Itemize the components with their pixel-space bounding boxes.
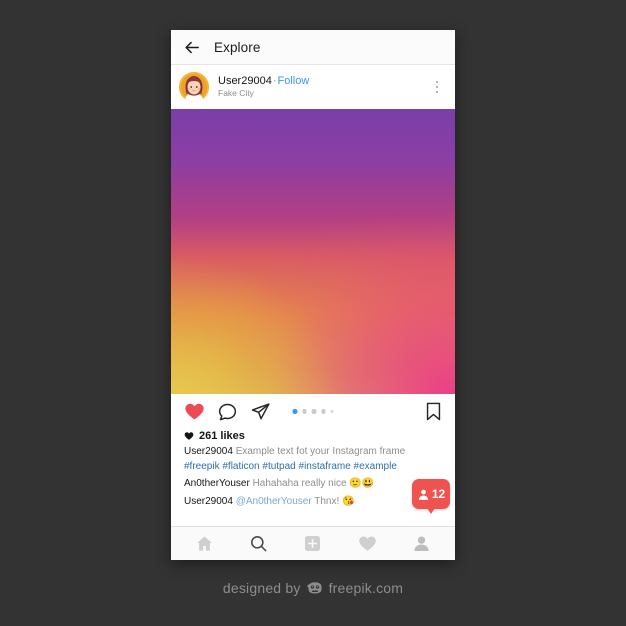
dot [435, 90, 439, 94]
comment-username[interactable]: User29004 [184, 496, 233, 507]
caption-text: Example text fot your Instagram frame [235, 446, 406, 457]
paper-plane-icon[interactable] [250, 401, 271, 422]
heart-filled-icon[interactable] [184, 401, 205, 422]
comment-text: Hahahaha really nice [252, 478, 347, 490]
post-author-row: User29004·Follow Fake City [171, 65, 455, 109]
comment-mention[interactable]: @An0therYouser [236, 496, 312, 507]
username-label[interactable]: User29004 [218, 75, 272, 87]
heart-small-icon [184, 432, 194, 440]
gradient-photo[interactable] [171, 109, 455, 394]
gradient-gold-glow [171, 109, 455, 394]
comment-emoji: 🙂😃 [349, 478, 375, 490]
follow-button[interactable]: Follow [278, 75, 310, 87]
notification-badge[interactable]: 12 [412, 479, 450, 514]
explore-header: Explore [171, 30, 455, 65]
footer-prefix: designed by [222, 580, 301, 596]
author-line: User29004·Follow [218, 75, 430, 88]
post-caption: User29004 Example text fot your Instagra… [184, 444, 442, 474]
instagram-post-frame: Explore User29004·Follow Fake City 261 l… [171, 30, 455, 560]
pagination-dot[interactable] [330, 410, 334, 413]
caption-hashtags[interactable]: #freepik #flaticon #tutpad #instaframe #… [184, 461, 397, 472]
person-icon [418, 489, 428, 500]
home-icon[interactable] [195, 534, 214, 553]
likes-count: 261 likes [199, 430, 245, 442]
post-content: 261 likes User29004 Example text fot you… [171, 429, 455, 526]
footer-credit: designed by freepik.com [0, 580, 626, 596]
comment-item: User29004 @An0therYouser Thnx! 😘 [184, 494, 442, 509]
search-icon[interactable] [249, 534, 268, 553]
freepik-logo-icon [306, 582, 322, 594]
pagination-dot[interactable] [321, 409, 326, 414]
footer-brand: freepik.com [328, 580, 404, 596]
comment-emoji: 😘 [342, 495, 355, 507]
comment-item: An0therYouser Hahahaha really nice 🙂😃 [184, 476, 442, 491]
more-vertical-icon[interactable] [430, 80, 446, 94]
pagination-dot-active[interactable] [292, 409, 297, 414]
add-box-icon[interactable] [303, 534, 322, 553]
user-avatar[interactable] [179, 72, 209, 102]
likes-row: 261 likes [184, 430, 442, 442]
dot [435, 80, 439, 84]
avatar-illustration [179, 72, 209, 102]
location-label: Fake City [218, 87, 254, 98]
profile-icon[interactable] [412, 534, 431, 553]
notification-count: 12 [431, 487, 446, 501]
comment-text: Thnx! [314, 495, 340, 507]
post-actions [171, 394, 455, 429]
comment-username[interactable]: An0therYouser [184, 478, 250, 489]
back-arrow-icon[interactable] [184, 39, 201, 56]
bookmark-icon[interactable] [425, 401, 442, 422]
comment-bubble-icon[interactable] [217, 401, 238, 422]
heart-icon[interactable] [358, 534, 377, 553]
dot [435, 85, 439, 89]
pagination-dot[interactable] [302, 409, 307, 414]
bottom-navigation [171, 526, 455, 560]
caption-username[interactable]: User29004 [184, 446, 233, 457]
author-meta: User29004·Follow Fake City [218, 75, 430, 98]
page-title: Explore [214, 39, 261, 55]
pagination-dot[interactable] [311, 409, 316, 414]
carousel-pagination [292, 409, 334, 414]
